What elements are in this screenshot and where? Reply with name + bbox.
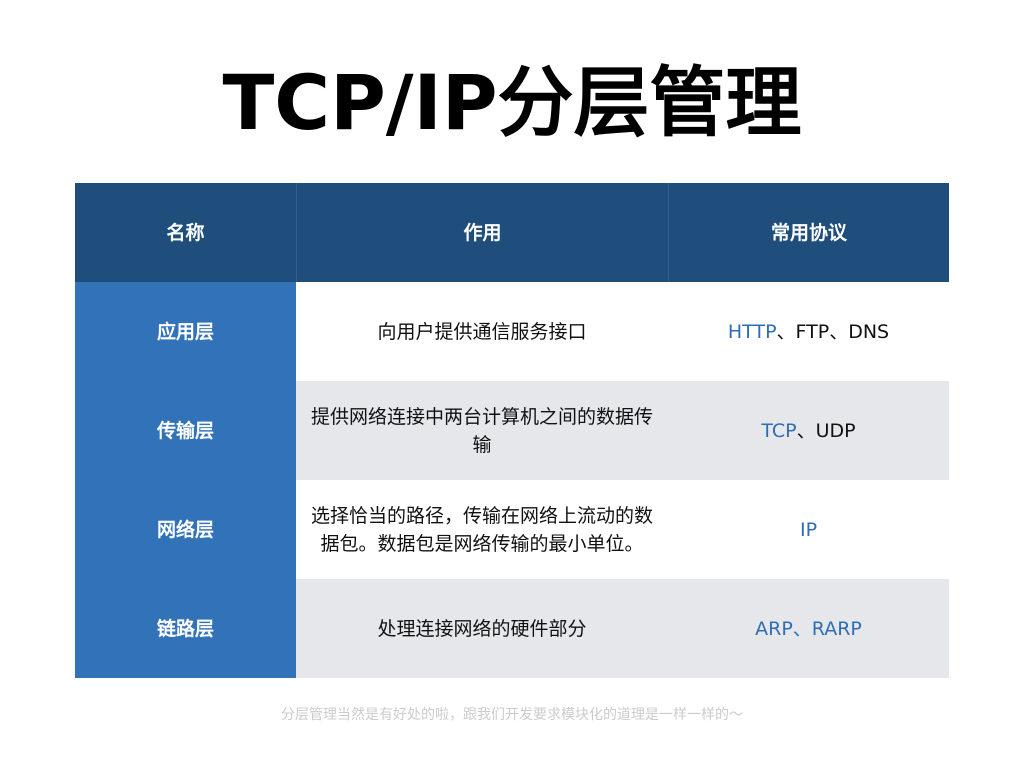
- protocol-highlight: TCP: [761, 419, 797, 442]
- layer-name: 应用层: [75, 282, 296, 381]
- layer-protocols: TCP 、UDP: [668, 381, 949, 480]
- table-row: 链路层 处理连接网络的硬件部分 ARP、RARP: [75, 579, 949, 678]
- protocol-rest: 、UDP: [796, 419, 856, 442]
- slide: TCP/IP分层管理 名称 作用 常用协议 应用层 向用户提供通信服务接口 HT…: [0, 0, 1024, 768]
- table-row: 传输层 提供网络连接中两台计算机之间的数据传输 TCP 、UDP: [75, 381, 949, 480]
- protocol-highlight: IP: [799, 518, 818, 541]
- header-name: 名称: [75, 183, 296, 282]
- layer-role: 提供网络连接中两台计算机之间的数据传输: [296, 381, 668, 480]
- slide-title: TCP/IP分层管理: [222, 58, 802, 147]
- layer-name: 网络层: [75, 480, 296, 579]
- layer-role: 选择恰当的路径，传输在网络上流动的数据包。数据包是网络传输的最小单位。: [296, 480, 668, 579]
- table-row: 应用层 向用户提供通信服务接口 HTTP 、FTP、DNS: [75, 282, 949, 381]
- slide-footnote: 分层管理当然是有好处的啦，跟我们开发要求模块化的道理是一样一样的～: [281, 707, 743, 723]
- layer-name: 链路层: [75, 579, 296, 678]
- table-row: 网络层 选择恰当的路径，传输在网络上流动的数据包。数据包是网络传输的最小单位。 …: [75, 480, 949, 579]
- protocol-highlight: HTTP: [727, 320, 777, 343]
- header-protocol: 常用协议: [668, 183, 949, 282]
- layer-role: 处理连接网络的硬件部分: [296, 579, 668, 678]
- layer-table: 名称 作用 常用协议 应用层 向用户提供通信服务接口 HTTP 、FTP、DNS …: [75, 183, 949, 678]
- layer-protocols: HTTP 、FTP、DNS: [668, 282, 949, 381]
- protocol-highlight: ARP、RARP: [755, 617, 862, 640]
- layer-protocols: IP: [668, 480, 949, 579]
- layer-role: 向用户提供通信服务接口: [296, 282, 668, 381]
- layer-protocols: ARP、RARP: [668, 579, 949, 678]
- header-role: 作用: [296, 183, 668, 282]
- layer-name: 传输层: [75, 381, 296, 480]
- protocol-rest: 、FTP、DNS: [776, 320, 890, 343]
- table-header-row: 名称 作用 常用协议: [75, 183, 949, 282]
